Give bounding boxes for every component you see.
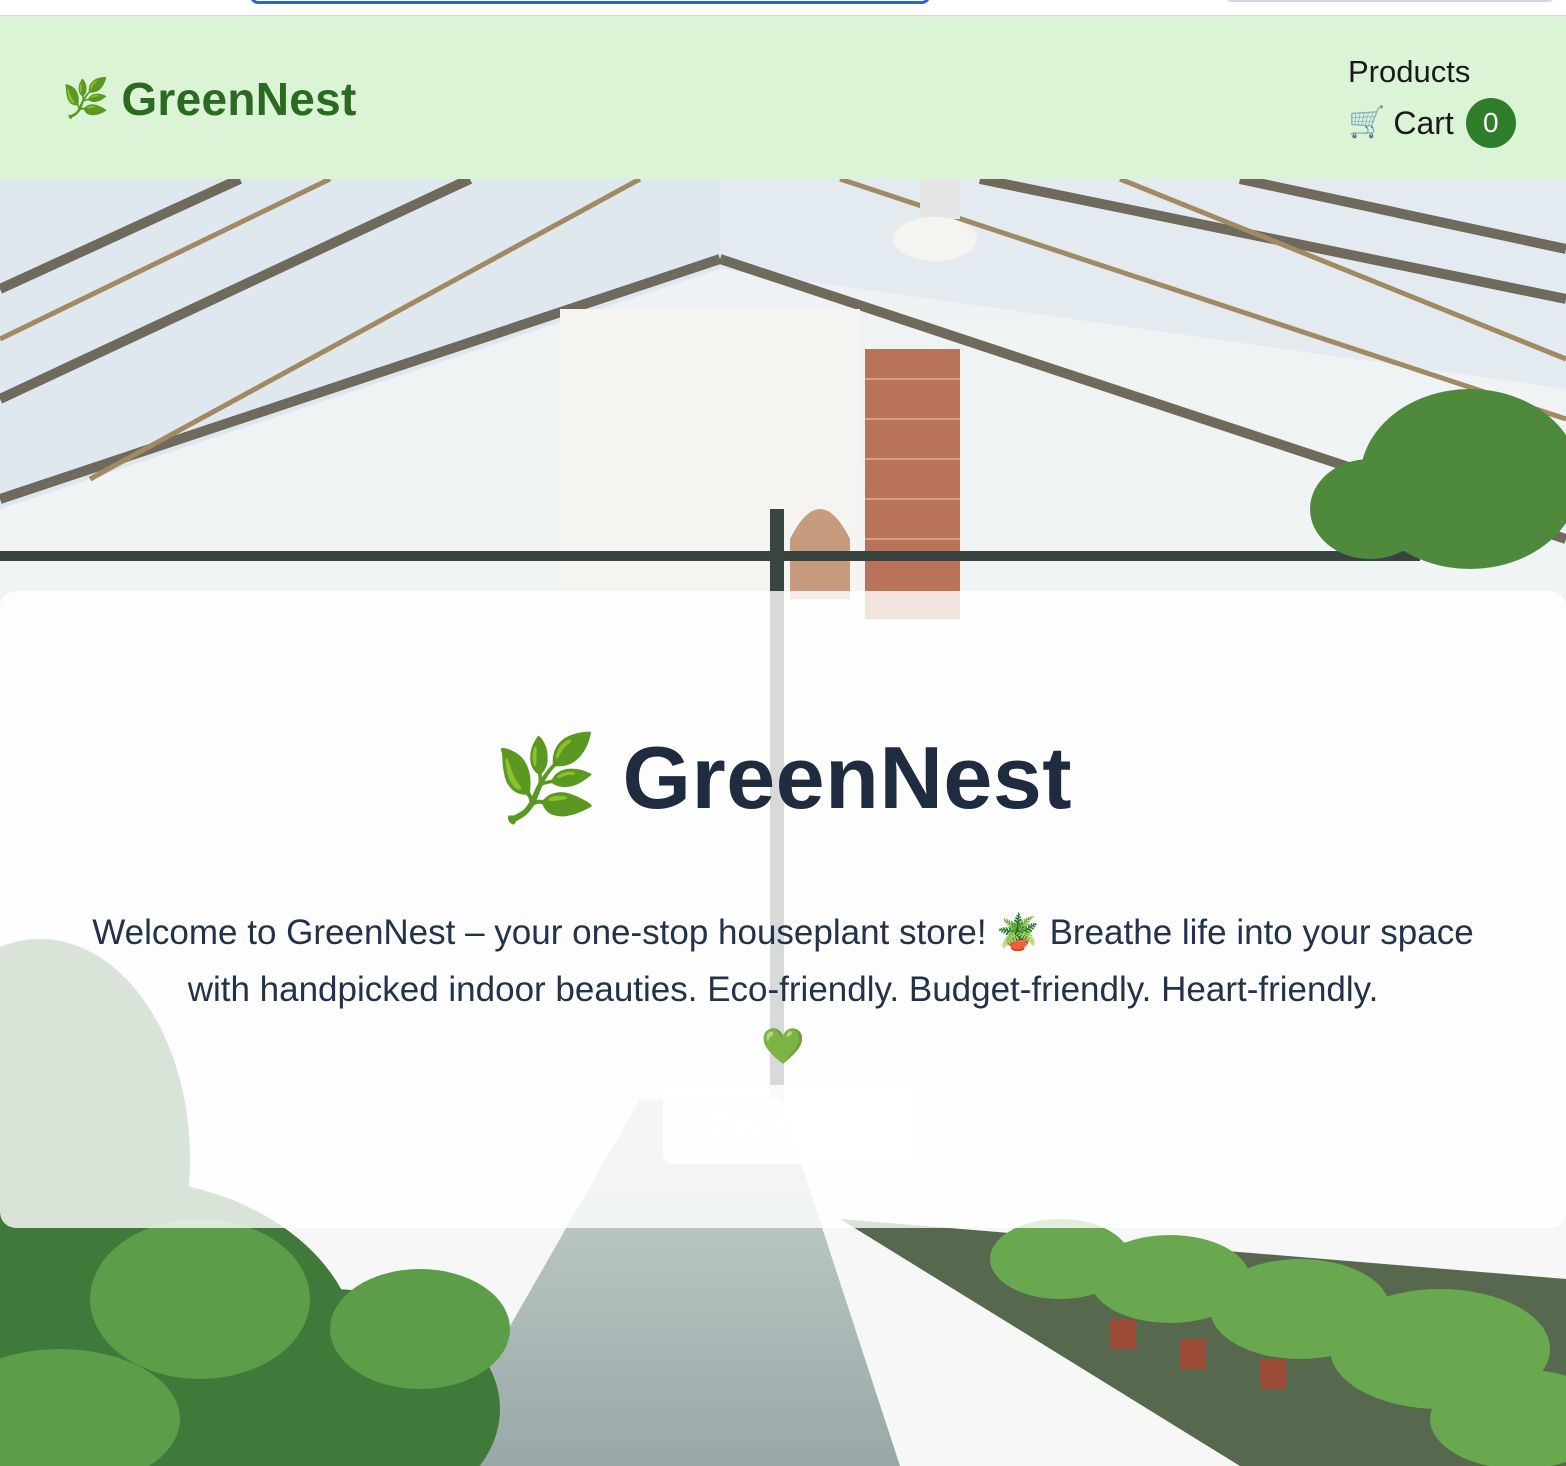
browser-top-strip (0, 0, 1566, 16)
get-started-button[interactable]: Get Started (663, 1085, 914, 1164)
nav-cart-link[interactable]: 🛒 Cart 0 (1348, 98, 1516, 148)
hero-panel: 🌿 GreenNest Welcome to GreenNest – your … (0, 591, 1566, 1228)
hero-title-text: GreenNest (622, 728, 1073, 827)
cart-count-badge: 0 (1465, 98, 1516, 148)
cart-label: Cart (1393, 104, 1454, 141)
hero-description: Welcome to GreenNest – your one-stop hou… (60, 904, 1506, 1075)
leaf-icon: 🌿 (493, 731, 599, 825)
address-bar-edge[interactable] (250, 0, 930, 4)
site-header: 🌿 GreenNest Products 🛒 Cart 0 (0, 16, 1566, 179)
main-nav: Products 🛒 Cart 0 (1348, 54, 1516, 148)
hero-section: 🌿 GreenNest Welcome to GreenNest – your … (0, 179, 1566, 1466)
green-heart-icon: 💚 (761, 1027, 805, 1066)
hero-description-text: Welcome to GreenNest – your one-stop hou… (92, 913, 1474, 1009)
brand-name: GreenNest (121, 73, 357, 125)
toolbar-pill-edge[interactable] (1225, 0, 1555, 2)
nav-products-link[interactable]: Products (1348, 54, 1516, 90)
site-logo[interactable]: 🌿 GreenNest (62, 72, 357, 126)
hero-title: 🌿 GreenNest (0, 727, 1566, 829)
cart-icon: 🛒 (1348, 106, 1386, 139)
leaf-icon: 🌿 (62, 78, 110, 120)
